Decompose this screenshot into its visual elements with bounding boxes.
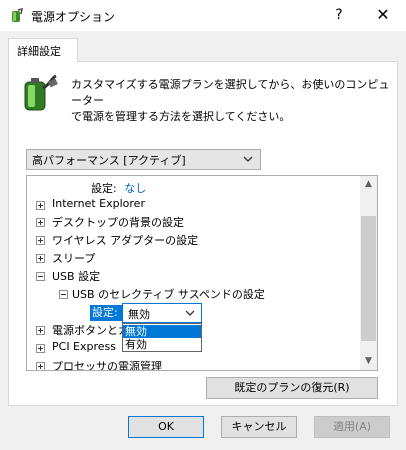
usb-suspend-setting-label: 設定: bbox=[90, 305, 122, 321]
power-plan-value: 高パフォーマンス [アクティブ] bbox=[32, 154, 186, 167]
power-options-icon bbox=[12, 8, 23, 22]
battery-plug-icon bbox=[24, 74, 58, 111]
tree-item-usb-selective-suspend[interactable]: USB のセレクティブ サスペンドの設定 bbox=[72, 286, 265, 302]
chevron-down-icon bbox=[185, 310, 195, 316]
tree-item-processor-power[interactable]: プロセッサの電源管理 bbox=[52, 358, 162, 370]
close-button[interactable]: ✕ bbox=[371, 3, 395, 27]
tree-item-desktop-background[interactable]: デスクトップの背景の設定 bbox=[52, 214, 184, 230]
tree-item-usb-settings[interactable]: USB 設定 bbox=[52, 268, 100, 284]
tree-item-wireless-adapter[interactable]: ワイヤレス アダプターの設定 bbox=[52, 232, 198, 248]
dropdown-option-enabled[interactable]: 有効 bbox=[123, 338, 201, 351]
chevron-down-icon bbox=[243, 156, 253, 162]
setting-dropdown-list: 無効 有効 bbox=[122, 323, 202, 352]
tree-scrollbar[interactable]: ▲ ▼ bbox=[360, 176, 377, 370]
tree-item-sleep[interactable]: スリープ bbox=[52, 250, 95, 266]
tab-advanced-settings[interactable]: 詳細設定 bbox=[8, 38, 78, 62]
tree-item-power-buttons[interactable]: 電源ボタンとカ bbox=[52, 322, 129, 338]
scroll-up-arrow-icon[interactable]: ▲ bbox=[360, 176, 377, 193]
expand-icon[interactable] bbox=[36, 326, 45, 335]
expand-icon[interactable] bbox=[36, 362, 45, 370]
expand-icon[interactable] bbox=[36, 254, 45, 263]
top-setting-label: 設定: bbox=[91, 182, 117, 195]
top-setting-value[interactable]: なし bbox=[124, 182, 146, 195]
help-button[interactable]: ? bbox=[327, 3, 351, 27]
scrollbar-thumb[interactable] bbox=[361, 216, 376, 341]
ok-button[interactable]: OK bbox=[128, 416, 204, 438]
scroll-down-arrow-icon[interactable]: ▼ bbox=[360, 353, 377, 370]
window-title: 電源オプション bbox=[31, 10, 116, 24]
usb-suspend-setting-select[interactable]: 無効 bbox=[122, 303, 202, 323]
description: カスタマイズする電源プランを選択してから、お使いのコンピューター で電源を管理す… bbox=[71, 77, 391, 125]
settings-tree[interactable]: 設定: なし Internet Explorer デスクトップの背景の設定 ワイ… bbox=[26, 175, 378, 371]
apply-button[interactable]: 適用(A) bbox=[314, 416, 390, 438]
restore-defaults-button[interactable]: 既定のプランの復元(R) bbox=[206, 377, 378, 399]
tab-label: 詳細設定 bbox=[17, 45, 61, 58]
title-bar: 電源オプション ? ✕ bbox=[0, 0, 406, 31]
usb-suspend-setting-value: 無効 bbox=[128, 308, 150, 321]
expand-icon[interactable] bbox=[36, 201, 45, 210]
description-line-2: で電源を管理する方法を選択してください。 bbox=[71, 110, 291, 123]
description-line-1: カスタマイズする電源プランを選択してから、お使いのコンピューター bbox=[71, 78, 390, 107]
collapse-icon[interactable] bbox=[36, 272, 45, 281]
top-setting-row: 設定: なし bbox=[91, 180, 146, 196]
expand-icon[interactable] bbox=[36, 236, 45, 245]
power-plan-select[interactable]: 高パフォーマンス [アクティブ] bbox=[26, 149, 261, 170]
expand-icon[interactable] bbox=[36, 218, 45, 227]
tree-item-internet-explorer[interactable]: Internet Explorer bbox=[52, 197, 145, 210]
collapse-icon[interactable] bbox=[59, 290, 68, 299]
expand-icon[interactable] bbox=[36, 344, 45, 353]
tree-item-pci-express[interactable]: PCI Express bbox=[52, 340, 116, 353]
dropdown-option-disabled[interactable]: 無効 bbox=[123, 325, 201, 338]
cancel-button[interactable]: キャンセル bbox=[221, 416, 297, 438]
